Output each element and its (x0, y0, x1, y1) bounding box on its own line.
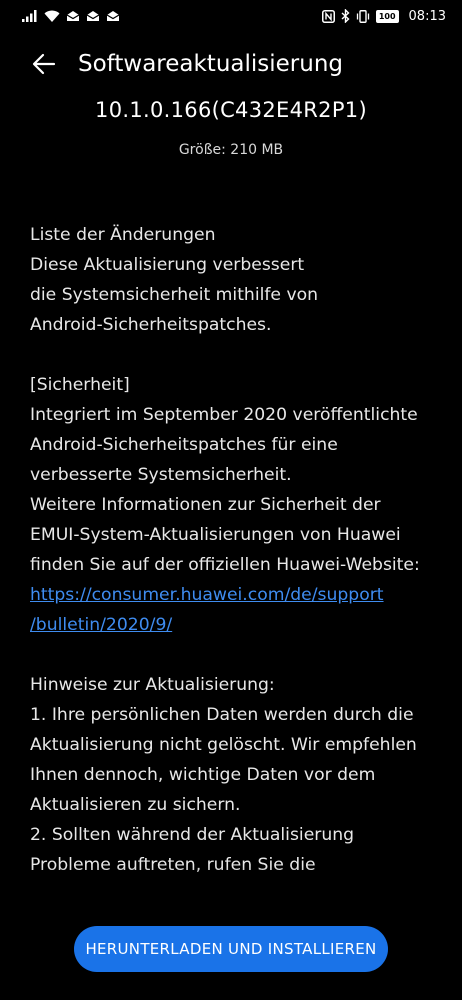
vibrate-icon (356, 9, 370, 23)
mail-icon (106, 10, 120, 22)
wifi-icon (44, 10, 60, 22)
update-version: 10.1.0.166(C432E4R2P1) (95, 98, 367, 122)
security-text: Integriert im September 2020 veröffentli… (30, 405, 420, 575)
update-size: Größe: 210 MB (178, 142, 284, 158)
changelog-heading: Liste der Änderungen (30, 225, 216, 245)
update-notes-text: 1. Ihre persönlichen Daten werden durch … (30, 705, 417, 875)
status-left (22, 10, 120, 22)
changelog-scroll-area[interactable]: Liste der Änderungen Diese Aktualisierun… (30, 220, 440, 904)
bluetooth-icon (341, 9, 350, 23)
mail-icon (86, 10, 100, 22)
changelog-intro: Diese Aktualisierung verbessert die Syst… (30, 255, 319, 335)
status-time: 08:13 (408, 8, 446, 24)
back-button[interactable] (24, 44, 64, 84)
update-notes-heading: Hinweise zur Aktualisierung: (30, 675, 275, 695)
download-install-button[interactable]: HERUNTERLADEN UND INSTALLIEREN (74, 926, 388, 972)
status-right: 100 08:13 (321, 8, 446, 24)
app-header: Softwareaktualisierung (0, 40, 462, 88)
status-bar: 100 08:13 (0, 0, 462, 32)
battery-indicator: 100 (375, 9, 399, 23)
security-bulletin-link[interactable]: https://consumer.huawei.com/de/support /… (30, 580, 440, 640)
security-heading: [Sicherheit] (30, 375, 130, 395)
nfc-icon (321, 9, 335, 23)
back-arrow-icon (32, 53, 56, 75)
mail-icon (66, 10, 80, 22)
page-title: Softwareaktualisierung (78, 51, 344, 77)
signal-icon (22, 10, 38, 22)
